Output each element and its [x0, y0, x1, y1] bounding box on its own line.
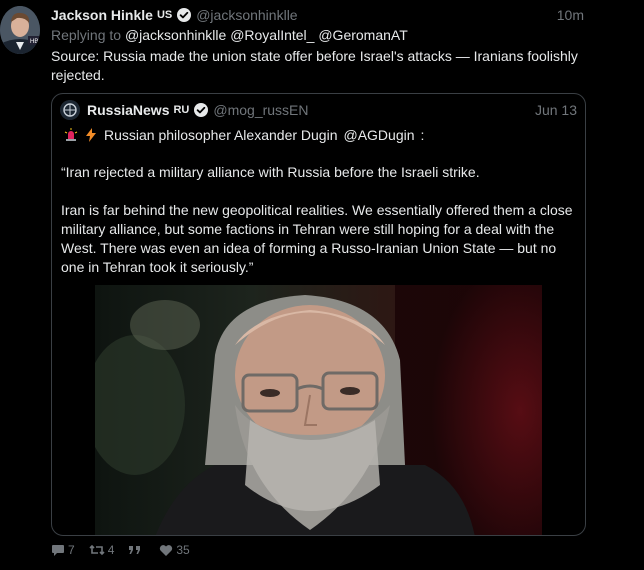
quote-author-name[interactable]: RussiaNews: [87, 102, 169, 118]
quote-icon: [129, 546, 141, 554]
like-action[interactable]: 35: [159, 543, 190, 557]
quote-paragraph-1: “Iran rejected a military alliance with …: [61, 164, 480, 180]
tweet-header: Jackson Hinkle US @jacksonhinklle: [51, 5, 584, 25]
author-name[interactable]: Jackson Hinkle: [51, 7, 153, 23]
retweet-action[interactable]: 4: [89, 543, 115, 557]
quote-intro-mention[interactable]: @AGDugin: [343, 127, 414, 143]
quote-photo[interactable]: [95, 285, 542, 535]
replying-prefix: Replying to: [51, 27, 122, 43]
quote-avatar[interactable]: [60, 100, 80, 120]
siren-icon: [64, 128, 78, 141]
replying-to: Replying to @jacksonhinklle @RoyalIntel_…: [51, 27, 408, 43]
reply-count: 7: [68, 543, 75, 557]
heart-icon: [160, 544, 173, 556]
tweet-time[interactable]: 10m: [557, 7, 584, 23]
quote-body: “Iran rejected a military alliance with …: [61, 163, 581, 296]
quote-intro-suffix: :: [420, 127, 425, 143]
author-avatar[interactable]: HB: [0, 6, 40, 54]
reply-action[interactable]: 7: [51, 543, 75, 557]
lightning-icon: [86, 128, 96, 142]
retweet-count: 4: [107, 543, 115, 557]
quote-author-handle[interactable]: @mog_russEN: [213, 102, 308, 118]
like-count: 35: [176, 543, 190, 557]
quoted-tweet[interactable]: RussiaNews RU @mog_russEN Jun 13 Russian…: [51, 93, 586, 536]
tweet: HB Jackson Hinkle US @jacksonhinklle 10m…: [0, 0, 644, 570]
tweet-text: Source: Russia made the union state offe…: [51, 48, 578, 83]
author-flag: US: [156, 9, 173, 21]
tweet-actions: 7 4 35: [51, 543, 190, 557]
replying-mentions[interactable]: @jacksonhinklle @RoyalIntel_ @GeromanAT: [125, 27, 408, 43]
quote-action[interactable]: [128, 544, 145, 556]
verified-icon: [194, 103, 209, 117]
svg-text:HB: HB: [30, 39, 38, 45]
retweet-icon: [89, 544, 105, 556]
quote-author-flag: RU: [173, 104, 190, 116]
photo-portrait: [95, 285, 542, 535]
reply-icon: [52, 545, 64, 556]
quote-paragraph-2: Iran is far behind the new geopolitical …: [61, 202, 573, 275]
quote-intro-line: Russian philosopher Alexander Dugin @AGD…: [64, 127, 424, 143]
quote-header: RussiaNews RU @mog_russEN: [60, 100, 577, 120]
quote-time[interactable]: Jun 13: [535, 102, 577, 118]
author-handle[interactable]: @jacksonhinklle: [196, 7, 297, 23]
verified-icon: [177, 8, 192, 22]
quote-intro-text: Russian philosopher Alexander Dugin: [104, 127, 338, 143]
